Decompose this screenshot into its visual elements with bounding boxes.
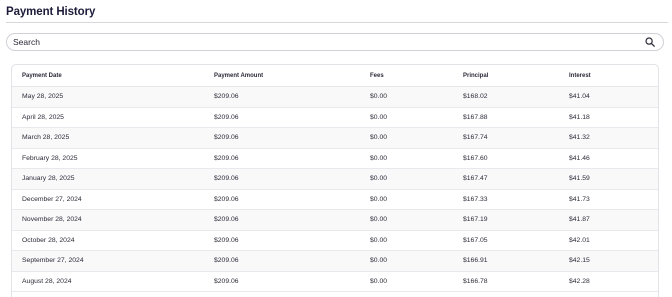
column-header-payment-date[interactable]: Payment Date (22, 73, 62, 79)
page-title: Payment History (6, 6, 96, 18)
table-row[interactable]: February 28, 2025 $209.06 $0.00 $167.60 … (12, 149, 658, 169)
interest-cell: $41.59 (569, 175, 590, 183)
fees-cell: $0.00 (370, 134, 388, 142)
payment-amount-cell: $209.06 (214, 113, 239, 121)
fees-cell: $0.00 (370, 257, 388, 265)
interest-cell: $42.01 (569, 236, 590, 244)
fees-cell: $0.00 (370, 113, 388, 121)
interest-cell: $41.87 (569, 216, 590, 224)
fees-cell: $0.00 (370, 195, 388, 203)
table-row[interactable]: April 28, 2025 $209.06 $0.00 $167.88 $41… (12, 108, 658, 128)
interest-cell: $41.32 (569, 134, 590, 142)
table-row[interactable]: December 27, 2024 $209.06 $0.00 $167.33 … (12, 190, 658, 210)
payment-amount-cell: $209.06 (214, 236, 239, 244)
column-header-fees[interactable]: Fees (370, 73, 384, 79)
principal-cell: $166.91 (463, 257, 488, 265)
table-row[interactable]: October 28, 2024 $209.06 $0.00 $167.05 $… (12, 231, 658, 251)
principal-cell: $166.78 (463, 277, 488, 285)
table-row[interactable]: January 28, 2025 $209.06 $0.00 $167.47 $… (12, 169, 658, 190)
column-header-principal[interactable]: Principal (463, 73, 488, 79)
payment-date-cell: September 27, 2024 (22, 257, 84, 265)
interest-cell: $42.28 (569, 277, 590, 285)
search-input[interactable] (7, 34, 643, 50)
principal-cell: $167.60 (463, 154, 488, 162)
payment-date-cell: March 28, 2025 (22, 134, 70, 142)
payment-date-cell: November 28, 2024 (22, 216, 82, 224)
interest-cell: $42.15 (569, 257, 590, 265)
principal-cell: $167.19 (463, 216, 488, 224)
table-body: May 28, 2025 $209.06 $0.00 $168.02 $41.0… (12, 87, 658, 292)
payment-amount-cell: $209.06 (214, 216, 239, 224)
search-icon[interactable] (643, 35, 657, 49)
payment-date-cell: May 28, 2025 (22, 93, 64, 101)
payment-date-cell: December 27, 2024 (22, 195, 82, 203)
principal-cell: $167.05 (463, 236, 488, 244)
table-row[interactable]: August 28, 2024 $209.06 $0.00 $166.78 $4… (12, 272, 658, 292)
column-header-payment-amount[interactable]: Payment Amount (214, 73, 263, 79)
interest-cell: $41.46 (569, 154, 590, 162)
payment-date-cell: October 28, 2024 (22, 236, 75, 244)
fees-cell: $0.00 (370, 93, 388, 101)
payment-amount-cell: $209.06 (214, 93, 239, 101)
payment-date-cell: August 28, 2024 (22, 277, 72, 285)
payment-amount-cell: $209.06 (214, 175, 239, 183)
principal-cell: $167.74 (463, 134, 488, 142)
payment-amount-cell: $209.06 (214, 195, 239, 203)
payment-amount-cell: $209.06 (214, 277, 239, 285)
payment-history-page: Payment History Payment Date Payment Amo… (0, 0, 672, 297)
payment-amount-cell: $209.06 (214, 134, 239, 142)
payment-date-cell: April 28, 2025 (22, 113, 64, 121)
fees-cell: $0.00 (370, 277, 388, 285)
title-divider (6, 22, 668, 23)
column-header-interest[interactable]: Interest (569, 73, 591, 79)
fees-cell: $0.00 (370, 216, 388, 224)
interest-cell: $41.73 (569, 195, 590, 203)
payment-history-table: Payment Date Payment Amount Fees Princip… (11, 64, 659, 297)
table-row[interactable]: September 27, 2024 $209.06 $0.00 $166.91… (12, 251, 658, 272)
search-bar[interactable] (6, 33, 664, 51)
table-header: Payment Date Payment Amount Fees Princip… (12, 65, 658, 87)
payment-amount-cell: $209.06 (214, 257, 239, 265)
table-row[interactable]: March 28, 2025 $209.06 $0.00 $167.74 $41… (12, 128, 658, 149)
principal-cell: $168.02 (463, 93, 488, 101)
principal-cell: $167.33 (463, 195, 488, 203)
interest-cell: $41.18 (569, 113, 590, 121)
fees-cell: $0.00 (370, 236, 388, 244)
principal-cell: $167.47 (463, 175, 488, 183)
payment-amount-cell: $209.06 (214, 154, 239, 162)
fees-cell: $0.00 (370, 175, 388, 183)
principal-cell: $167.88 (463, 113, 488, 121)
fees-cell: $0.00 (370, 154, 388, 162)
table-row[interactable]: November 28, 2024 $209.06 $0.00 $167.19 … (12, 210, 658, 231)
payment-date-cell: January 28, 2025 (22, 175, 75, 183)
payment-date-cell: February 28, 2025 (22, 154, 78, 162)
interest-cell: $41.04 (569, 93, 590, 101)
table-row[interactable]: May 28, 2025 $209.06 $0.00 $168.02 $41.0… (12, 87, 658, 108)
